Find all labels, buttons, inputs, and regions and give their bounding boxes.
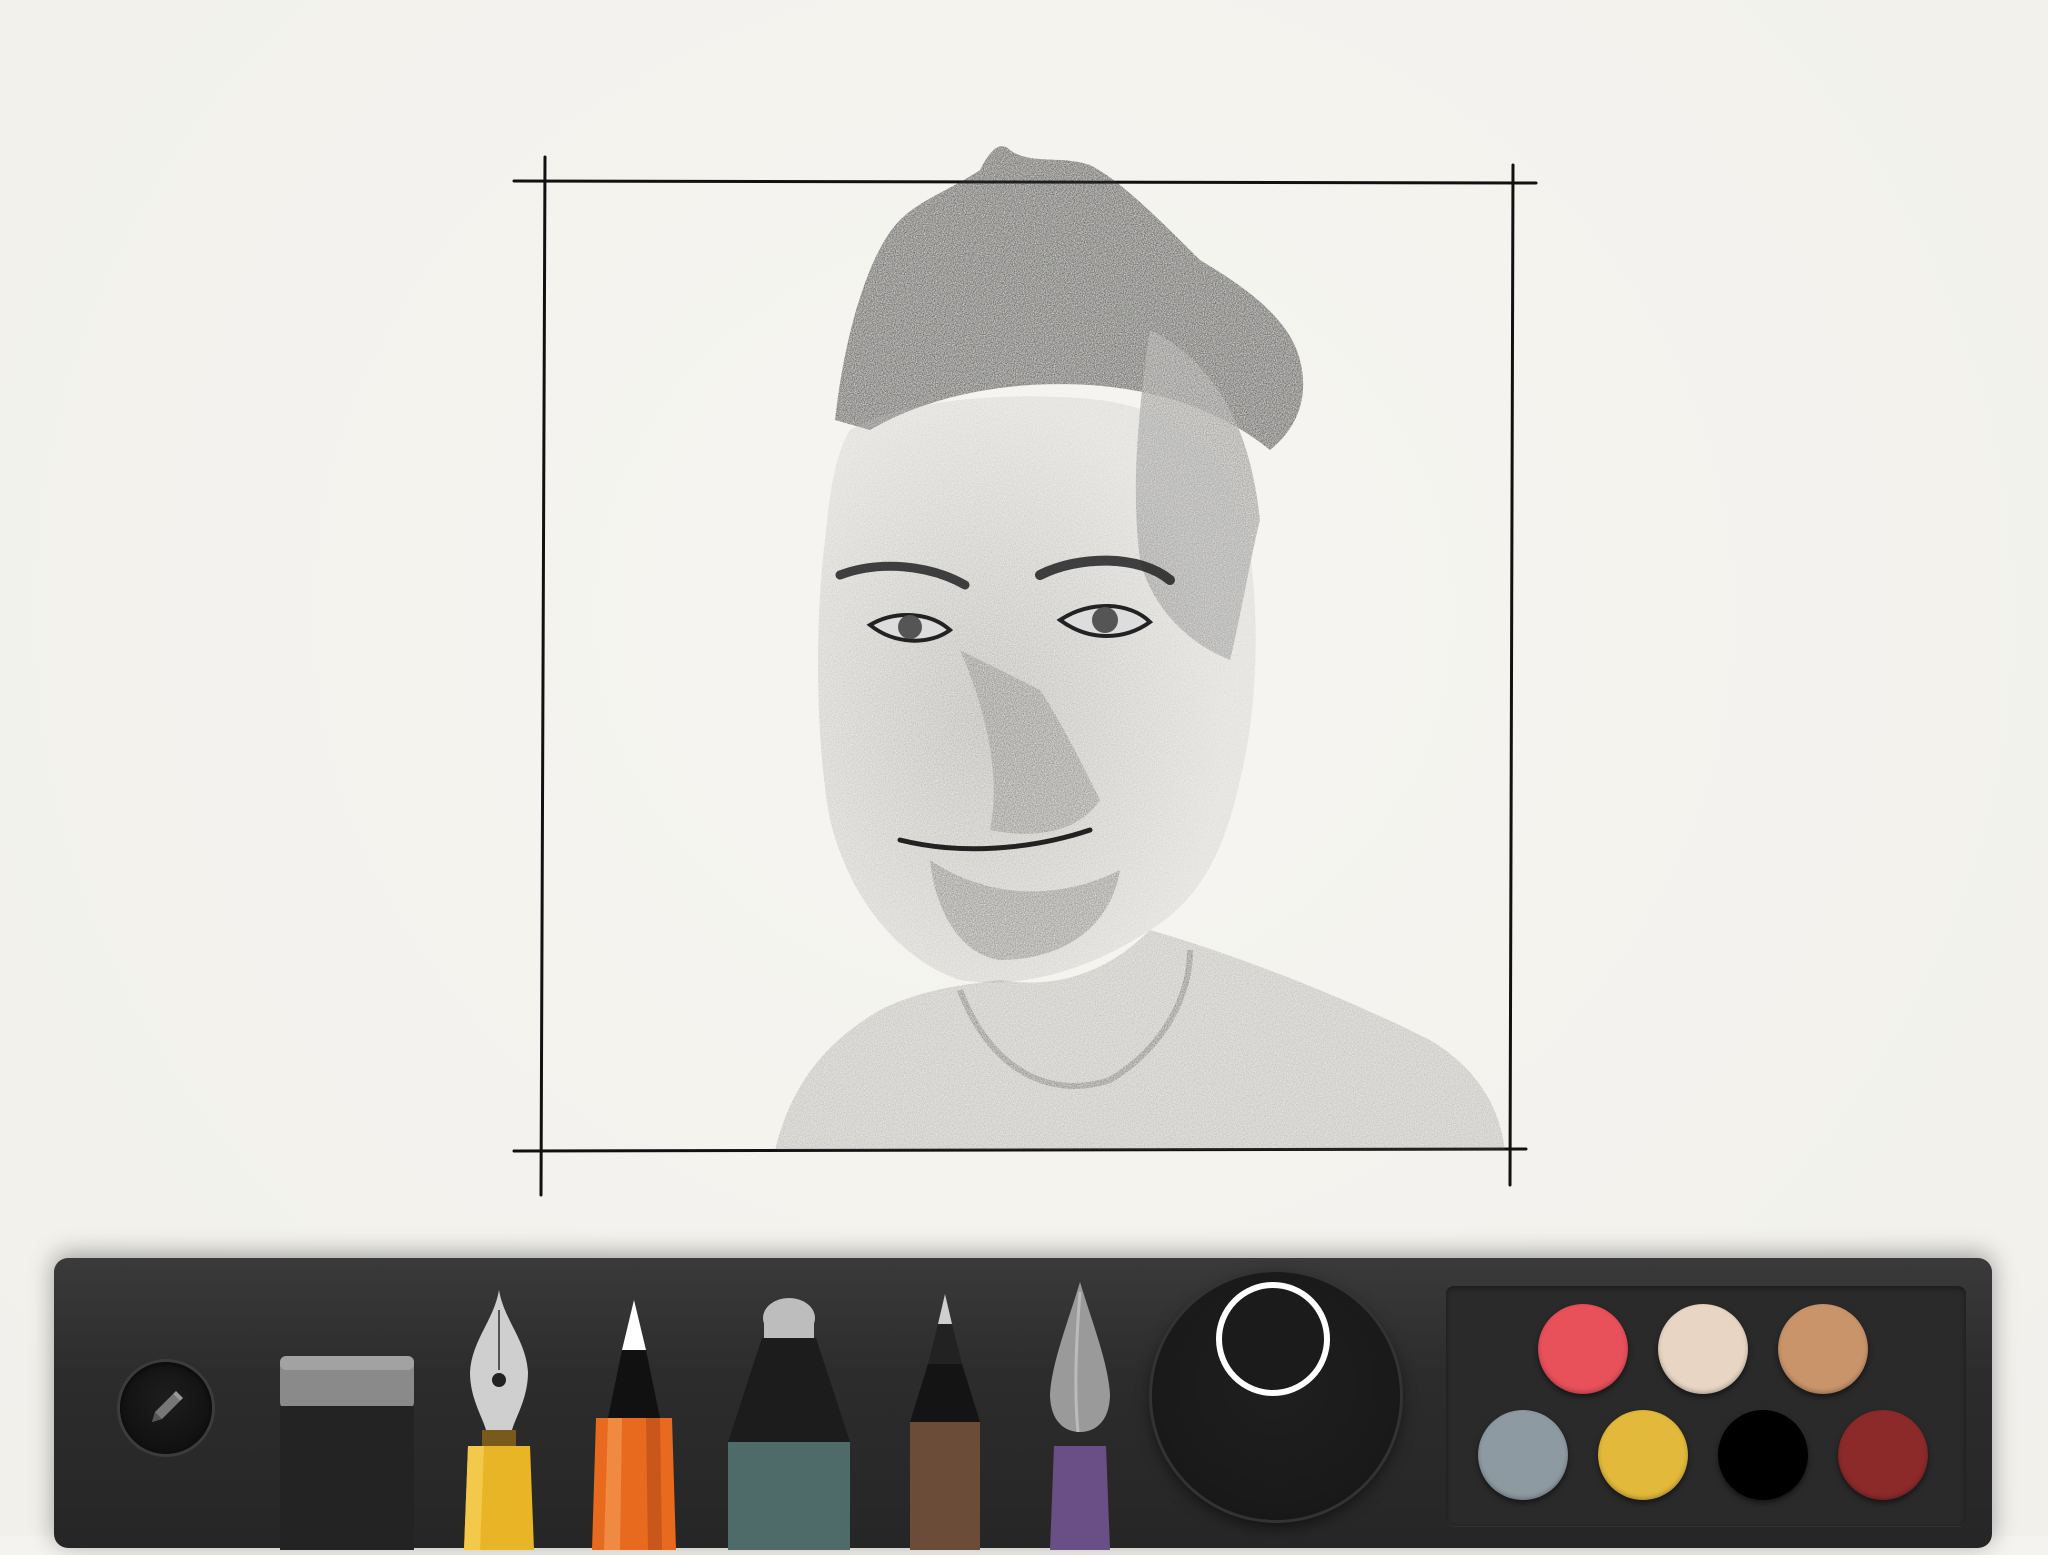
swatch-dark-red[interactable] — [1838, 1410, 1928, 1500]
eraser-icon — [278, 1356, 416, 1555]
fine-pen-icon — [910, 1294, 980, 1550]
marker-icon — [728, 1298, 850, 1550]
pencil-tool-icon — [592, 1300, 676, 1550]
eraser-tool[interactable] — [278, 1350, 416, 1555]
current-color-indicator[interactable] — [1216, 1282, 1330, 1396]
swatch-red[interactable] — [1538, 1304, 1628, 1394]
pencil-icon — [152, 1391, 183, 1422]
swatch-tan[interactable] — [1778, 1304, 1868, 1394]
shirt-sketch — [775, 930, 1505, 1150]
paintbrush-icon — [1050, 1282, 1110, 1550]
swatch-yellow[interactable] — [1598, 1410, 1688, 1500]
marker-tool[interactable] — [724, 1298, 854, 1550]
swatch-cream[interactable] — [1658, 1304, 1748, 1394]
face-sketch — [818, 396, 1256, 983]
tool-tray — [54, 1258, 1992, 1555]
pencil-tool[interactable] — [592, 1300, 676, 1550]
fine-pen-tool[interactable] — [902, 1294, 988, 1550]
color-palette — [1446, 1286, 1966, 1526]
fountain-pen-tool[interactable] — [464, 1290, 534, 1550]
paintbrush-tool[interactable] — [1044, 1282, 1116, 1550]
swatch-black[interactable] — [1718, 1410, 1808, 1500]
swatch-gray-blue[interactable] — [1478, 1410, 1568, 1500]
mode-toggle-button[interactable] — [120, 1362, 212, 1454]
fountain-pen-icon — [464, 1290, 534, 1550]
